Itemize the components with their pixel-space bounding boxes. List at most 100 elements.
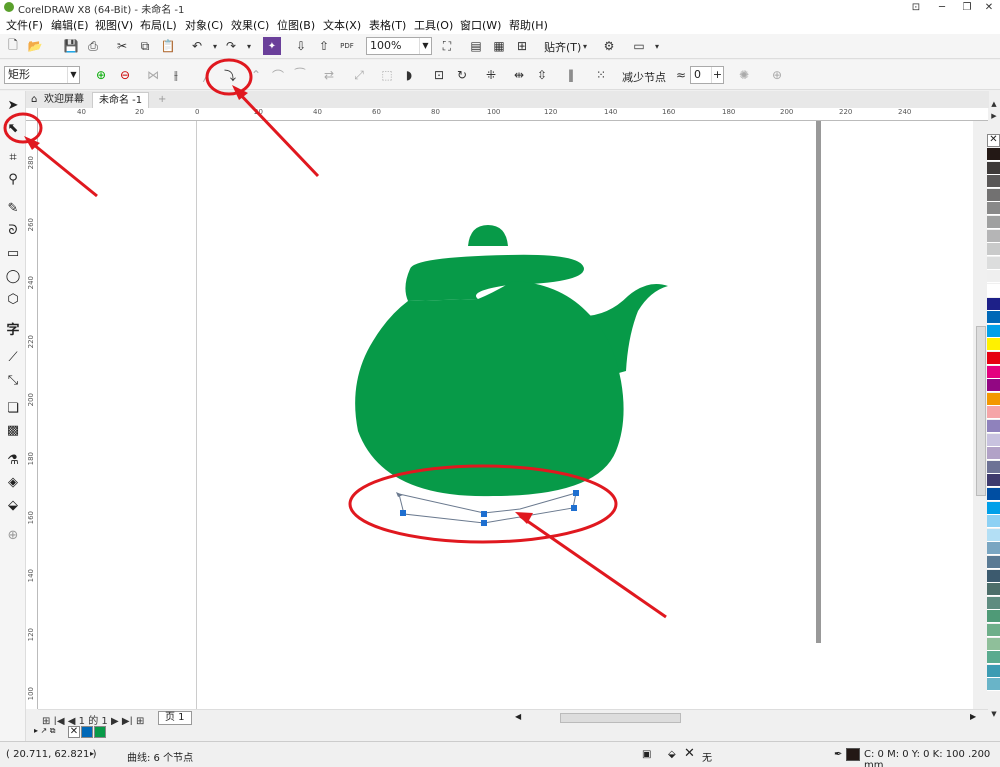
save-icon[interactable]: 💾: [62, 37, 80, 55]
copy-icon[interactable]: ⧉: [136, 37, 154, 55]
status-arrow-icon[interactable]: ▸: [90, 749, 94, 758]
show-rulers-icon[interactable]: ▤: [467, 37, 485, 55]
freehand-tool-icon[interactable]: ✎: [4, 199, 22, 217]
horizontal-scroll-thumb[interactable]: [560, 713, 681, 723]
reduce-nodes-button[interactable]: 减少节点: [622, 69, 666, 85]
menu-view[interactable]: 视图(V): [95, 17, 133, 33]
vertical-ruler[interactable]: 280 260 240 220 200 180 160 140 120 100: [26, 121, 38, 709]
break-curve-icon[interactable]: ⫲: [167, 66, 185, 84]
node-marquee-icon[interactable]: ✺: [735, 66, 753, 84]
to-curve-icon[interactable]: ⤵: [221, 66, 239, 84]
add-property-icon[interactable]: ⊕: [768, 66, 786, 84]
pick-tool-icon[interactable]: ➤: [4, 96, 22, 114]
rectangle-tool-icon[interactable]: ▭: [4, 244, 22, 262]
curve-node[interactable]: [573, 490, 579, 496]
teapot-lid-knob[interactable]: [468, 225, 508, 246]
palette-swatch[interactable]: [987, 297, 1000, 311]
palette-swatch[interactable]: [987, 392, 1000, 406]
drawing-canvas[interactable]: [38, 121, 973, 709]
palette-swatch[interactable]: [987, 161, 1000, 175]
menu-table[interactable]: 表格(T): [369, 17, 406, 33]
minimize-button[interactable]: ─: [929, 0, 955, 15]
palette-swatch[interactable]: [987, 365, 1000, 379]
vertical-scrollbar[interactable]: [973, 121, 988, 709]
outline-pen-icon[interactable]: ✒: [834, 749, 842, 760]
restore-layout-button[interactable]: ⊡: [903, 0, 929, 15]
extend-curve-icon[interactable]: ⤢: [350, 66, 368, 84]
rotate-nodes-icon[interactable]: ↻: [453, 66, 471, 84]
stretch-nodes-icon[interactable]: ⊡: [430, 66, 448, 84]
palette-swatch[interactable]: [987, 488, 1000, 501]
palette-swatch[interactable]: [987, 148, 1000, 161]
curve-node[interactable]: [571, 505, 577, 511]
polygon-tool-icon[interactable]: ⬡: [4, 290, 22, 308]
menu-window[interactable]: 窗口(W): [460, 17, 501, 33]
import-icon[interactable]: ⇩: [292, 37, 310, 55]
elastic-mode-icon[interactable]: ‖: [562, 66, 580, 84]
horizontal-ruler[interactable]: 40 20 0 20 40 60 80 100 120 140 160 180 …: [38, 108, 988, 121]
palette-swatch[interactable]: [987, 256, 1000, 270]
outline-color-swatch[interactable]: [846, 748, 860, 761]
options-gear-icon[interactable]: ⚙: [600, 37, 618, 55]
teapot-body[interactable]: [355, 281, 624, 497]
parallel-dimension-icon[interactable]: ⟋: [4, 348, 22, 366]
cusp-node-icon[interactable]: ⌃: [247, 66, 265, 84]
palette-swatch[interactable]: [987, 243, 1000, 257]
palette-swatch[interactable]: [987, 637, 1000, 651]
palette-swatch[interactable]: [987, 596, 1000, 610]
new-tab-button[interactable]: +: [154, 92, 172, 108]
curve-path[interactable]: [398, 492, 577, 524]
open-icon[interactable]: 📂: [26, 37, 44, 55]
add-tool-icon[interactable]: ⊕: [4, 526, 22, 544]
close-button[interactable]: ✕: [976, 0, 1000, 15]
undo-icon[interactable]: ↶: [188, 37, 206, 55]
show-guidelines-icon[interactable]: ⊞: [513, 37, 531, 55]
palette-swatch[interactable]: [987, 460, 1000, 474]
redo-icon[interactable]: ↷: [222, 37, 240, 55]
palette-swatch[interactable]: [987, 202, 1000, 216]
menu-edit[interactable]: 编辑(E): [51, 17, 89, 33]
palette-swatch[interactable]: [987, 542, 1000, 556]
palette-swatch[interactable]: [987, 678, 1000, 692]
palette-scroll-up-icon[interactable]: ▲: [988, 100, 1000, 110]
menu-tools[interactable]: 工具(O): [414, 17, 453, 33]
palette-swatch[interactable]: [987, 379, 1000, 393]
tab-welcome[interactable]: ⌂ 欢迎屏幕: [28, 92, 90, 108]
palette-swatch[interactable]: [987, 515, 1000, 529]
smart-fill-icon[interactable]: ⬙: [4, 496, 22, 514]
symmetrical-node-icon[interactable]: ⁀: [291, 66, 309, 84]
palette-swatch[interactable]: [987, 651, 1000, 665]
palette-swatch[interactable]: [987, 352, 1000, 365]
no-color-swatch[interactable]: ✕: [987, 134, 1000, 147]
artistic-media-icon[interactable]: ᘐ: [4, 221, 22, 239]
menu-bitmaps[interactable]: 位图(B): [277, 17, 315, 33]
full-screen-icon[interactable]: ⛶: [438, 37, 456, 55]
palette-swatch[interactable]: [987, 528, 1000, 542]
paste-icon[interactable]: 📋: [159, 37, 177, 55]
interactive-fill-icon[interactable]: ◈: [4, 473, 22, 491]
delete-node-icon[interactable]: ⊖: [116, 66, 134, 84]
palette-swatch[interactable]: [987, 324, 1000, 338]
palette-swatch[interactable]: [987, 284, 1000, 297]
zoom-level-combo[interactable]: 100% ▼: [366, 37, 432, 55]
scroll-left-icon[interactable]: ◀: [515, 712, 521, 721]
doc-color-swatch[interactable]: [94, 726, 106, 738]
application-launcher-icon[interactable]: ▭: [630, 37, 648, 55]
join-nodes-icon[interactable]: ⋈: [144, 66, 162, 84]
menu-help[interactable]: 帮助(H): [509, 17, 548, 33]
palette-swatch[interactable]: [987, 175, 1000, 189]
eyedropper-icon[interactable]: ⚗: [4, 451, 22, 469]
print-icon[interactable]: ⎙: [84, 37, 102, 55]
palette-swatch[interactable]: [987, 569, 1000, 583]
zoom-tool-icon[interactable]: ⚲: [4, 170, 22, 188]
palette-swatch[interactable]: [987, 433, 1000, 447]
ellipse-tool-icon[interactable]: ◯: [4, 267, 22, 285]
palette-scroll-down-icon[interactable]: ▼: [988, 710, 1000, 720]
palette-swatch[interactable]: [987, 420, 1000, 433]
curve-node[interactable]: [400, 510, 406, 516]
doc-palette-arrow-icon[interactable]: ▸ ↗ ⧉: [34, 726, 56, 736]
menu-effects[interactable]: 效果(C): [231, 17, 269, 33]
vertical-scroll-thumb[interactable]: [976, 326, 986, 496]
show-grid-icon[interactable]: ▦: [490, 37, 508, 55]
palette-swatch[interactable]: [987, 270, 1000, 284]
